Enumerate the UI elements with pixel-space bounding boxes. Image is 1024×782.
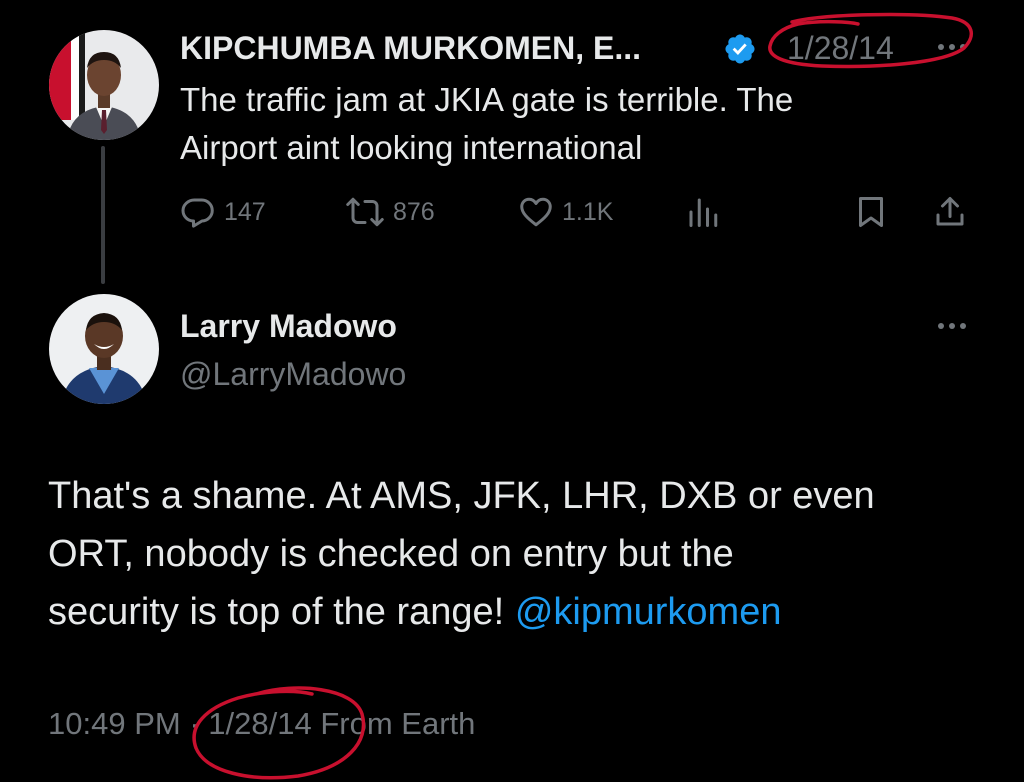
retweet-icon — [346, 197, 384, 227]
retweet-button[interactable]: 876 — [345, 192, 435, 232]
bookmark-button[interactable] — [853, 192, 889, 232]
avatar-murkomen-image — [49, 30, 159, 140]
reply-count: 147 — [224, 197, 266, 226]
tweet-action-bar: 147 876 1.1K — [180, 192, 980, 232]
share-button[interactable] — [932, 192, 968, 232]
verified-badge-icon — [725, 34, 755, 64]
retweet-count: 876 — [393, 197, 435, 226]
more-dot — [960, 44, 966, 50]
tweet-text-line-2: Airport aint looking international — [180, 129, 643, 166]
tweet-date-murkomen[interactable]: 1/28/14 — [787, 28, 894, 68]
reply-text-line-3-prefix: security is top of the range! — [48, 591, 515, 633]
analytics-icon — [689, 198, 718, 227]
reply-icon — [181, 198, 214, 228]
analytics-button[interactable] — [685, 192, 721, 232]
share-icon — [936, 197, 964, 226]
like-button[interactable]: 1.1K — [518, 192, 613, 232]
author-name-larry-madowo[interactable]: Larry Madowo — [180, 306, 397, 346]
mention-link-kipmurkomen[interactable]: @kipmurkomen — [515, 591, 782, 633]
metadata-separator: · — [189, 706, 200, 741]
more-icon-murkomen[interactable] — [938, 37, 966, 57]
reply-text-line-2: ORT, nobody is checked on entry but the — [48, 533, 734, 575]
more-dot — [949, 44, 955, 50]
more-icon-larry-madowo[interactable] — [938, 316, 966, 336]
tweet-metadata: 10:49 PM · 1/28/14 From Earth — [48, 704, 475, 744]
thread-connector-line — [101, 146, 105, 284]
like-count: 1.1K — [562, 197, 614, 226]
avatar-larry-madowo[interactable] — [49, 294, 159, 404]
more-dot — [938, 44, 944, 50]
reply-button[interactable]: 147 — [180, 192, 266, 232]
reply-text-line-3: security is top of the range! @kipmurkom… — [48, 588, 781, 636]
more-dot — [949, 323, 955, 329]
avatar-murkomen[interactable] — [49, 30, 159, 140]
tweet-source: From Earth — [320, 706, 476, 741]
more-dot — [938, 323, 944, 329]
author-name-murkomen[interactable]: KIPCHUMBA MURKOMEN, E... — [180, 28, 641, 68]
like-icon — [520, 197, 552, 227]
tweet-text-line-1: The traffic jam at JKIA gate is terrible… — [180, 81, 794, 118]
more-dot — [960, 323, 966, 329]
tweet-time[interactable]: 10:49 PM — [48, 706, 181, 741]
bookmark-icon — [859, 197, 883, 227]
author-handle-larry-madowo[interactable]: @LarryMadowo — [180, 354, 406, 394]
reply-text-line-1: That's a shame. At AMS, JFK, LHR, DXB or… — [48, 475, 875, 517]
tweet-date[interactable]: 1/28/14 — [208, 706, 311, 741]
avatar-larry-madowo-image — [49, 294, 159, 404]
